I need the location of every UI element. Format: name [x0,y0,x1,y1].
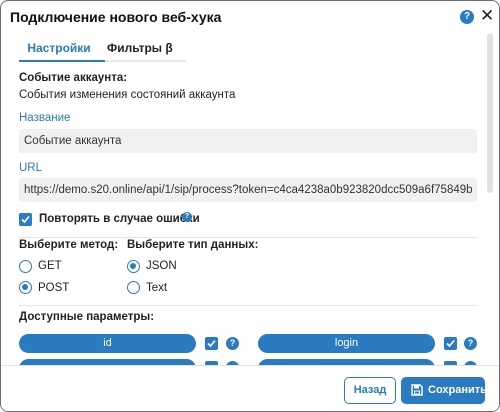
param-id-pill[interactable]: id [19,334,196,353]
method-label: Выберите метод: [19,239,119,251]
data-type-text-radio[interactable] [127,281,140,294]
retry-label: Повторять в случае ошибки [39,213,200,225]
retry-checkbox[interactable] [19,213,32,226]
param-id-checkbox[interactable] [205,337,218,350]
method-post-label: POST [38,282,70,294]
checkmark-icon [207,339,216,348]
param-login-pill[interactable]: login [258,334,435,353]
divider [19,237,477,238]
name-field-label: Название [19,112,71,124]
help-icon[interactable]: ? [460,10,474,24]
tab-filters[interactable]: Фильтры β [107,41,187,55]
back-button[interactable]: Назад [344,377,396,404]
params-heading: Доступные параметры: [19,311,155,323]
dialog-title: Подключение нового веб-хука [10,9,222,25]
param-id-help-icon[interactable]: ? [226,337,239,350]
retry-help-icon[interactable]: ? [182,212,192,222]
data-type-label: Выберите тип данных: [127,239,259,251]
method-post-radio[interactable] [19,281,32,294]
account-event-heading: Событие аккаунта: [19,72,128,84]
name-field[interactable]: Событие аккаунта [19,129,477,153]
tab-settings[interactable]: Настройки [19,41,99,55]
url-field-label: URL [19,162,43,174]
divider [19,305,477,306]
param-login-help-icon[interactable]: ? [464,337,477,350]
param-login-checkbox[interactable] [444,337,457,350]
settings-panel: Событие аккаунта: События изменения сост… [1,63,485,365]
checkmark-icon [21,215,30,224]
url-field[interactable]: https://demo.s20.online/api/1/sip/proces… [19,178,477,202]
webhook-dialog: Подключение нового веб-хука ? ✕ Настройк… [0,0,500,412]
method-get-label: GET [38,260,62,272]
save-icon [411,384,423,396]
account-event-description: События изменения состояний аккаунта [19,89,236,101]
tab-active-indicator [19,60,105,62]
method-get-radio[interactable] [19,260,32,273]
tab-bar: Настройки Фильтры β [19,37,186,63]
dialog-header: Подключение нового веб-хука ? ✕ [1,1,499,33]
data-type-text-label: Text [146,282,168,294]
scrollbar-thumb[interactable] [487,33,493,193]
save-button-label: Сохранить [428,384,487,396]
content-scrollbar[interactable] [487,33,493,365]
checkmark-icon [446,339,455,348]
data-type-json-label: JSON [146,260,177,272]
data-type-json-radio[interactable] [127,260,140,273]
dialog-footer: Назад Сохранить [1,365,499,411]
save-button[interactable]: Сохранить [401,377,487,404]
close-icon[interactable]: ✕ [480,7,494,25]
